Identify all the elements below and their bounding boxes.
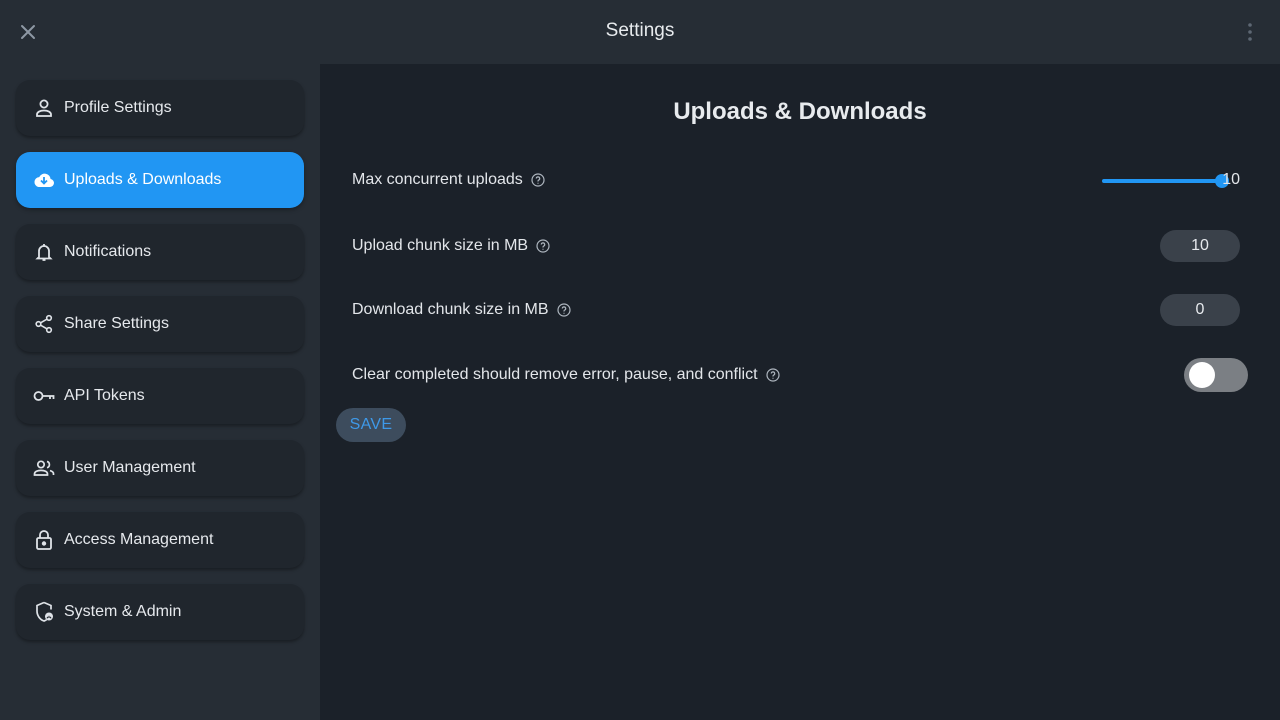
- clear-completed-row: Clear completed should remove error, pau…: [352, 357, 1248, 393]
- upload-chunk-input[interactable]: [1160, 230, 1240, 262]
- help-icon[interactable]: [536, 239, 550, 253]
- sidebar-item-label: Access Management: [64, 531, 214, 548]
- upload-chunk-label: Upload chunk size in MB: [352, 237, 529, 254]
- key-icon: [32, 384, 56, 408]
- download-chunk-input[interactable]: [1160, 294, 1240, 326]
- section-title: Uploads & Downloads: [673, 98, 927, 125]
- share-icon: [32, 312, 56, 336]
- sidebar-item-uploads-downloads[interactable]: Uploads & Downloads: [16, 152, 304, 208]
- shield-icon: [32, 600, 56, 624]
- download-chunk-row: Download chunk size in MB: [352, 292, 1240, 328]
- cloud-download-icon: [32, 168, 56, 192]
- sidebar-item-notifications[interactable]: Notifications: [16, 224, 304, 280]
- lock-icon: [32, 528, 56, 552]
- sidebar-item-label: Profile Settings: [64, 99, 172, 116]
- sidebar-item-api-tokens[interactable]: API Tokens: [16, 368, 304, 424]
- sidebar-item-access-management[interactable]: Access Management: [16, 512, 304, 568]
- sidebar-item-label: System & Admin: [64, 603, 182, 620]
- max-uploads-slider[interactable]: [1102, 174, 1229, 188]
- sidebar-item-share-settings[interactable]: Share Settings: [16, 296, 304, 352]
- help-icon[interactable]: [531, 173, 545, 187]
- help-icon[interactable]: [765, 368, 780, 382]
- clear-completed-toggle[interactable]: [1184, 358, 1248, 392]
- top-bar: Settings: [0, 0, 1280, 64]
- sidebar-item-user-management[interactable]: User Management: [16, 440, 304, 496]
- sidebar-item-label: Notifications: [64, 243, 152, 260]
- sidebar-item-profile-settings[interactable]: Profile Settings: [16, 80, 304, 136]
- settings-content: Uploads & Downloads Max concurrent uploa…: [320, 64, 1280, 720]
- sidebar-item-label: Uploads & Downloads: [64, 171, 222, 188]
- sidebar-item-label: Share Settings: [64, 315, 169, 332]
- sidebar-item-system-admin[interactable]: System & Admin: [16, 584, 304, 640]
- sidebar-item-label: API Tokens: [64, 387, 145, 404]
- bell-icon: [32, 240, 56, 264]
- toggle-knob: [1189, 362, 1215, 388]
- download-chunk-label: Download chunk size in MB: [352, 301, 549, 318]
- more-vert-icon[interactable]: [1240, 20, 1260, 44]
- save-button[interactable]: SAVE: [336, 408, 406, 442]
- max-uploads-label: Max concurrent uploads: [352, 171, 523, 188]
- settings-sidebar: Profile Settings Uploads & Downloads Not…: [0, 64, 320, 720]
- upload-chunk-row: Upload chunk size in MB: [352, 228, 1240, 264]
- page-title: Settings: [605, 20, 675, 41]
- sidebar-item-label: User Management: [64, 459, 196, 476]
- help-icon[interactable]: [556, 303, 571, 317]
- clear-completed-label: Clear completed should remove error, pau…: [352, 366, 758, 383]
- person-icon: [32, 96, 56, 120]
- max-uploads-row: Max concurrent uploads 10: [352, 162, 1240, 198]
- users-icon: [32, 456, 56, 480]
- max-uploads-value: 10: [1222, 171, 1240, 188]
